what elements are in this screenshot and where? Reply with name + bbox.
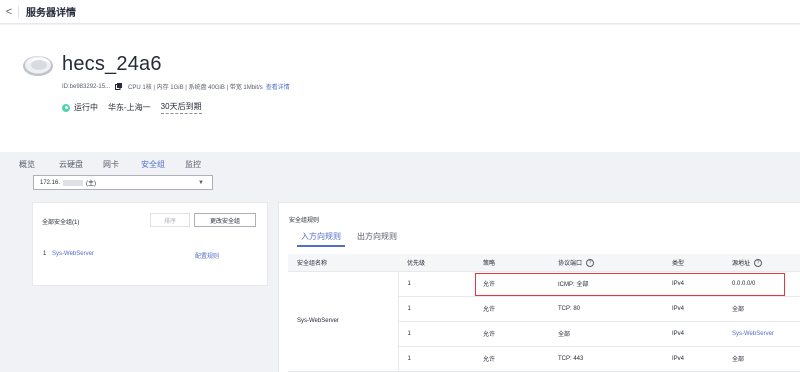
server-specs: CPU 1核 | 内存 1GiB | 系统盘 40GiB | 带宽 1Mbit/…	[128, 85, 263, 91]
server-status-line: 运行中 华东-上海一 30天后到期	[62, 101, 202, 114]
nic-select[interactable]: 172.16. (主) ▼	[33, 175, 213, 190]
list-item: 1 Sys-WebServer	[43, 251, 94, 257]
type-cell: IPv4	[663, 296, 723, 322]
tab-cloud-disk[interactable]: 云硬盘	[59, 153, 83, 177]
policy-cell: 允许	[474, 296, 549, 322]
tab-outbound-rules[interactable]: 出方向规则	[357, 229, 397, 247]
priority-cell: 1	[398, 271, 474, 297]
page-title: 服务器详情	[26, 8, 76, 19]
policy-cell: 允许	[474, 271, 549, 297]
col-type: 类型	[663, 254, 723, 272]
server-icon	[23, 56, 53, 76]
table-row: Sys-WebServer 1 允许 ICMP: 全部 IPv4 0.0.0.0…	[288, 271, 800, 372]
security-group-list-panel: 全部安全组(1) 排序 更改安全组 1 Sys-WebServer 配置规则	[32, 202, 268, 286]
sort-button[interactable]: 排序	[150, 213, 190, 227]
configure-rules-link[interactable]: 配置规则	[195, 251, 219, 260]
help-icon[interactable]: ?	[754, 258, 763, 267]
policy-cell: 允许	[474, 321, 549, 347]
copy-icon[interactable]	[115, 83, 123, 90]
source-cell: 全部	[723, 296, 800, 322]
server-spec-line: ID:be983292-15... CPU 1核 | 内存 1GiB | 系统盘…	[62, 82, 290, 91]
page-header: < 服务器详情	[0, 0, 800, 24]
col-source: 源地址?	[723, 254, 800, 272]
server-expiry[interactable]: 30天后到期	[160, 101, 202, 114]
source-cell: 0.0.0.0/0	[723, 271, 800, 297]
tab-inbound-rules[interactable]: 入方向规则	[297, 229, 345, 247]
detail-tabs: 概览 云硬盘 网卡 安全组 监控	[0, 153, 201, 177]
nic-select-suffix: (主)	[86, 181, 97, 187]
source-cell: 全部	[723, 346, 800, 372]
list-item-index: 1	[43, 251, 47, 257]
rule-direction-tabs: 入方向规则 出方向规则	[297, 229, 397, 247]
priority-cell: 1	[398, 321, 474, 347]
header-divider	[18, 5, 19, 18]
tab-monitoring[interactable]: 监控	[185, 153, 201, 177]
running-status-icon	[62, 103, 70, 112]
tab-security-group[interactable]: 安全组	[141, 153, 165, 177]
security-group-rules-panel: 安全组规则 入方向规则 出方向规则 安全组名称 优先级 策略 协议端口? 类型 …	[278, 202, 800, 372]
type-cell: IPv4	[663, 346, 723, 372]
change-security-group-button[interactable]: 更改安全组	[194, 213, 256, 227]
port-cell: ICMP: 全部	[549, 271, 663, 297]
server-status: 运行中	[74, 103, 98, 112]
security-group-link[interactable]: Sys-WebServer	[52, 251, 94, 257]
source-group-link[interactable]: Sys-WebServer	[723, 321, 800, 347]
type-cell: IPv4	[663, 271, 723, 297]
view-details-link[interactable]: 查看详情	[266, 82, 290, 91]
tab-nic[interactable]: 网卡	[103, 153, 119, 177]
tab-overview[interactable]: 概览	[19, 153, 35, 177]
table-header-row: 安全组名称 优先级 策略 协议端口? 类型 源地址?	[288, 254, 800, 272]
server-name: hecs_24a6	[62, 53, 162, 75]
col-protocol-port: 协议端口?	[549, 254, 663, 272]
rules-table: 安全组名称 优先级 策略 协议端口? 类型 源地址? Sys-WebServer…	[288, 254, 800, 372]
help-icon[interactable]: ?	[586, 258, 595, 267]
port-cell: TCP: 443	[549, 346, 663, 372]
masked-ip	[63, 179, 84, 186]
port-cell: 全部	[549, 321, 663, 347]
col-priority: 优先级	[398, 254, 474, 272]
port-cell: TCP: 80	[549, 296, 663, 322]
security-group-count-title: 全部安全组(1)	[42, 220, 80, 226]
nic-select-prefix: 172.16.	[40, 179, 61, 186]
group-name-cell: Sys-WebServer	[288, 271, 399, 372]
col-policy: 策略	[474, 254, 549, 272]
chevron-down-icon: ▼	[198, 180, 204, 186]
priority-cell: 1	[398, 296, 474, 322]
priority-cell: 1	[398, 346, 474, 372]
server-region: 华东-上海一	[108, 103, 151, 112]
rules-title: 安全组规则	[289, 218, 320, 224]
server-id: ID:be983292-15...	[62, 83, 111, 90]
type-cell: IPv4	[663, 321, 723, 347]
back-icon[interactable]: <	[0, 0, 18, 24]
server-info-card: hecs_24a6 ID:be983292-15... CPU 1核 | 内存 …	[0, 25, 800, 177]
col-group-name: 安全组名称	[288, 254, 398, 272]
policy-cell: 允许	[474, 346, 549, 372]
